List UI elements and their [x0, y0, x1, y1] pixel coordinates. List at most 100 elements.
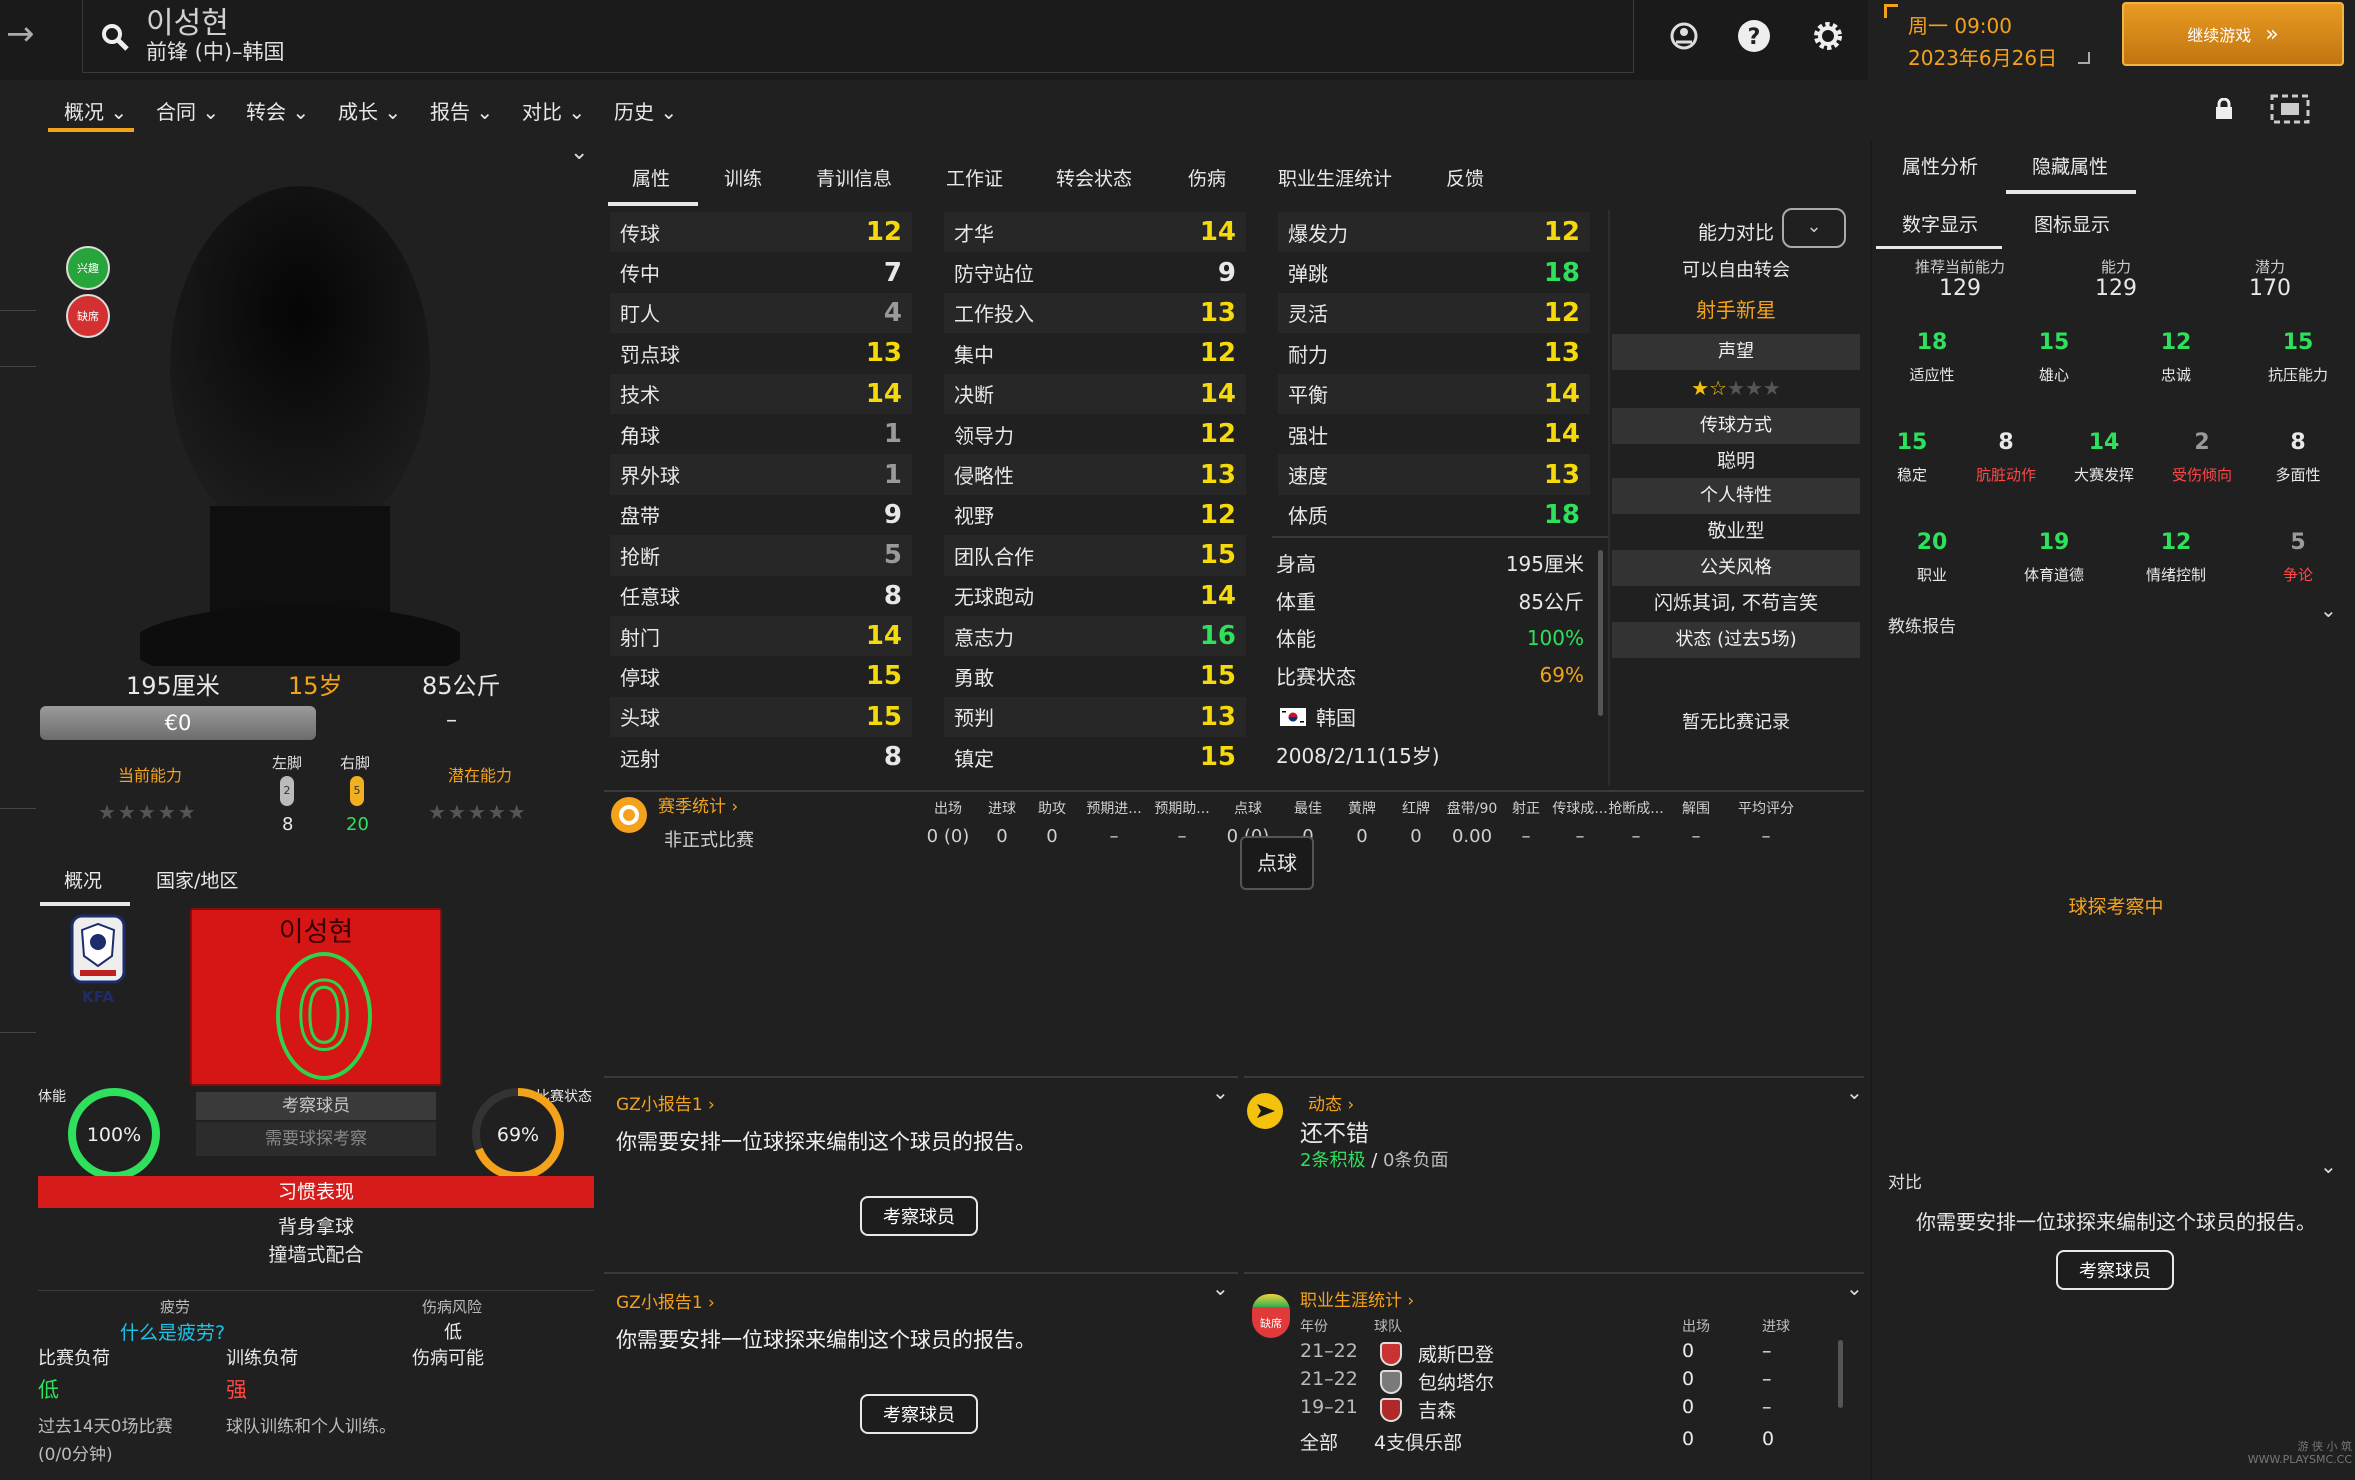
season-col-header: 点球 — [1234, 801, 1262, 817]
tab-youth[interactable]: 青训信息 — [816, 164, 892, 191]
career-team[interactable]: 包纳塔尔 — [1418, 1368, 1494, 1395]
menu-transfer[interactable]: 转会 ⌄ — [246, 96, 309, 125]
reputation-stars: ★☆★★★ — [1691, 376, 1781, 400]
menu-history[interactable]: 历史 ⌄ — [614, 96, 677, 125]
report-link[interactable]: GZ小报告1 › — [616, 1288, 715, 1313]
season-stats-icon — [611, 797, 647, 833]
mid-column-divider — [1608, 210, 1610, 785]
match-load-val: 低 — [38, 1378, 59, 1402]
ball-icon[interactable] — [1666, 18, 1702, 54]
gear-icon[interactable] — [1810, 18, 1846, 54]
attribute-value: 14 — [1543, 378, 1580, 409]
menu-reports[interactable]: 报告 ⌄ — [430, 96, 493, 125]
attribute-name: 角球 — [620, 423, 660, 448]
attribute-name: 才华 — [954, 221, 994, 246]
chevron-down-icon[interactable]: ⌄ — [1846, 1276, 1863, 1300]
attribute-value: 9 — [1217, 257, 1236, 288]
attribute-value: 13 — [1199, 459, 1236, 490]
continue-label: 继续游戏 — [2187, 26, 2252, 45]
tab-work-permit[interactable]: 工作证 — [946, 164, 1003, 191]
hidden-attr-value: 15 — [1896, 430, 1928, 455]
attribute-name: 传中 — [620, 262, 660, 287]
chevron-down-icon[interactable]: ⌄ — [1212, 1080, 1229, 1104]
info-scrollbar[interactable] — [1598, 550, 1603, 716]
tab-attributes[interactable]: 属性 — [632, 164, 670, 191]
attribute-name: 停球 — [620, 665, 660, 690]
left-tab-overview[interactable]: 概况 — [64, 866, 102, 893]
search-box[interactable] — [82, 0, 1634, 73]
report-link[interactable]: GZ小报告1 › — [616, 1090, 715, 1115]
chevron-down-icon[interactable]: ⌄ — [2320, 1154, 2337, 1178]
subtab-numbers[interactable]: 数字显示 — [1902, 210, 1978, 237]
scout-player-label[interactable]: 考察球员 — [196, 1092, 436, 1120]
interest-badge[interactable]: 兴趣 — [66, 246, 110, 290]
screenshot-icon[interactable] — [2270, 94, 2310, 124]
career-scrollbar[interactable] — [1838, 1340, 1843, 1408]
career-team[interactable]: 威斯巴登 — [1418, 1340, 1494, 1367]
continue-button[interactable]: 继续游戏 » — [2122, 2, 2344, 66]
attribute-name: 视野 — [954, 504, 994, 529]
tab-training[interactable]: 训练 — [724, 164, 762, 191]
match-load-label: 比赛负荷 — [38, 1348, 110, 1369]
tab-attribute-analysis[interactable]: 属性分析 — [1902, 152, 1978, 179]
career-total-apps: 0 — [1682, 1428, 1695, 1450]
menu-compare[interactable]: 对比 ⌄ — [522, 96, 585, 125]
career-col-goals: 进球 — [1762, 1319, 1790, 1335]
left-edge-divider — [0, 1032, 36, 1033]
attribute-row: 体质 18 — [1278, 495, 1590, 535]
svg-text:KFA: KFA — [82, 988, 114, 1006]
back-arrow-icon[interactable]: → — [6, 14, 35, 54]
hidden-attr-label: 争论 — [2282, 566, 2313, 584]
attribute-row: 决断 14 — [944, 373, 1246, 414]
scout-player-button[interactable]: 考察球员 — [860, 1196, 978, 1236]
menu-growth[interactable]: 成长 ⌄ — [338, 96, 401, 125]
season-cell: – — [1691, 826, 1701, 847]
lock-icon[interactable] — [2214, 98, 2234, 120]
scout-player-button[interactable]: 考察球员 — [2056, 1250, 2174, 1290]
subtab-icons[interactable]: 图标显示 — [2034, 210, 2110, 237]
attribute-name: 射门 — [620, 625, 660, 650]
compare-dropdown[interactable]: ⌄ — [1782, 208, 1846, 248]
hidden-attr-label: 大赛发挥 — [2073, 466, 2134, 484]
chevron-down-icon[interactable]: ⌄ — [1846, 1080, 1863, 1104]
tab-feedback[interactable]: 反馈 — [1446, 164, 1484, 191]
scout-player-button[interactable]: 考察球员 — [860, 1394, 978, 1434]
attribute-name: 任意球 — [620, 585, 680, 610]
season-cell: – — [1109, 826, 1119, 847]
help-icon[interactable]: ? — [1736, 18, 1772, 54]
season-col-header: 抢断成... — [1608, 801, 1664, 817]
attribute-name: 灵活 — [1288, 302, 1328, 327]
collapse-chevron-icon[interactable]: ⌄ — [570, 140, 588, 165]
fatigue-note: 过去14天0场比赛 — [38, 1417, 173, 1437]
season-cell: – — [1631, 826, 1641, 847]
left-tab-nation[interactable]: 国家/地区 — [156, 866, 238, 893]
menu-overview[interactable]: 概况 ⌄ — [64, 96, 127, 125]
attribute-value: 14 — [1199, 217, 1236, 248]
season-stats-link[interactable]: 赛季统计 › — [658, 792, 738, 817]
search-icon[interactable] — [100, 22, 130, 52]
absent-badge[interactable]: 缺席 — [66, 294, 110, 338]
menu-contract[interactable]: 合同 ⌄ — [156, 96, 219, 125]
career-team[interactable]: 吉森 — [1418, 1396, 1456, 1423]
season-cell: – — [1761, 826, 1771, 847]
attribute-value: 9 — [883, 499, 902, 530]
attribute-value: 12 — [1543, 297, 1580, 328]
attribute-value: 12 — [1543, 217, 1580, 248]
attribute-row: 侵略性 13 — [944, 454, 1246, 495]
chevron-down-icon[interactable]: ⌄ — [2320, 598, 2337, 622]
attribute-value: 16 — [1199, 621, 1236, 652]
chevron-down-icon[interactable]: ⌄ — [1212, 1276, 1229, 1300]
dynamics-link[interactable]: 动态 › — [1308, 1090, 1354, 1115]
attribute-name: 传球 — [620, 221, 660, 246]
ability-value: 170 — [2249, 276, 2291, 301]
potential-ability-label: 潜在能力 — [448, 766, 513, 785]
player-value-bar[interactable]: €0 — [40, 706, 316, 740]
attribute-name: 头球 — [620, 706, 660, 731]
what-fatigue-link[interactable]: 什么是疲劳? — [120, 1318, 225, 1345]
career-link[interactable]: 职业生涯统计 › — [1300, 1286, 1414, 1311]
tab-transfer-status[interactable]: 转会状态 — [1056, 164, 1132, 191]
attribute-row: 盯人 4 — [610, 292, 912, 334]
tab-career-stats[interactable]: 职业生涯统计 — [1278, 164, 1392, 191]
tab-hidden-attributes[interactable]: 隐藏属性 — [2032, 152, 2108, 179]
tab-injury[interactable]: 伤病 — [1188, 164, 1226, 191]
